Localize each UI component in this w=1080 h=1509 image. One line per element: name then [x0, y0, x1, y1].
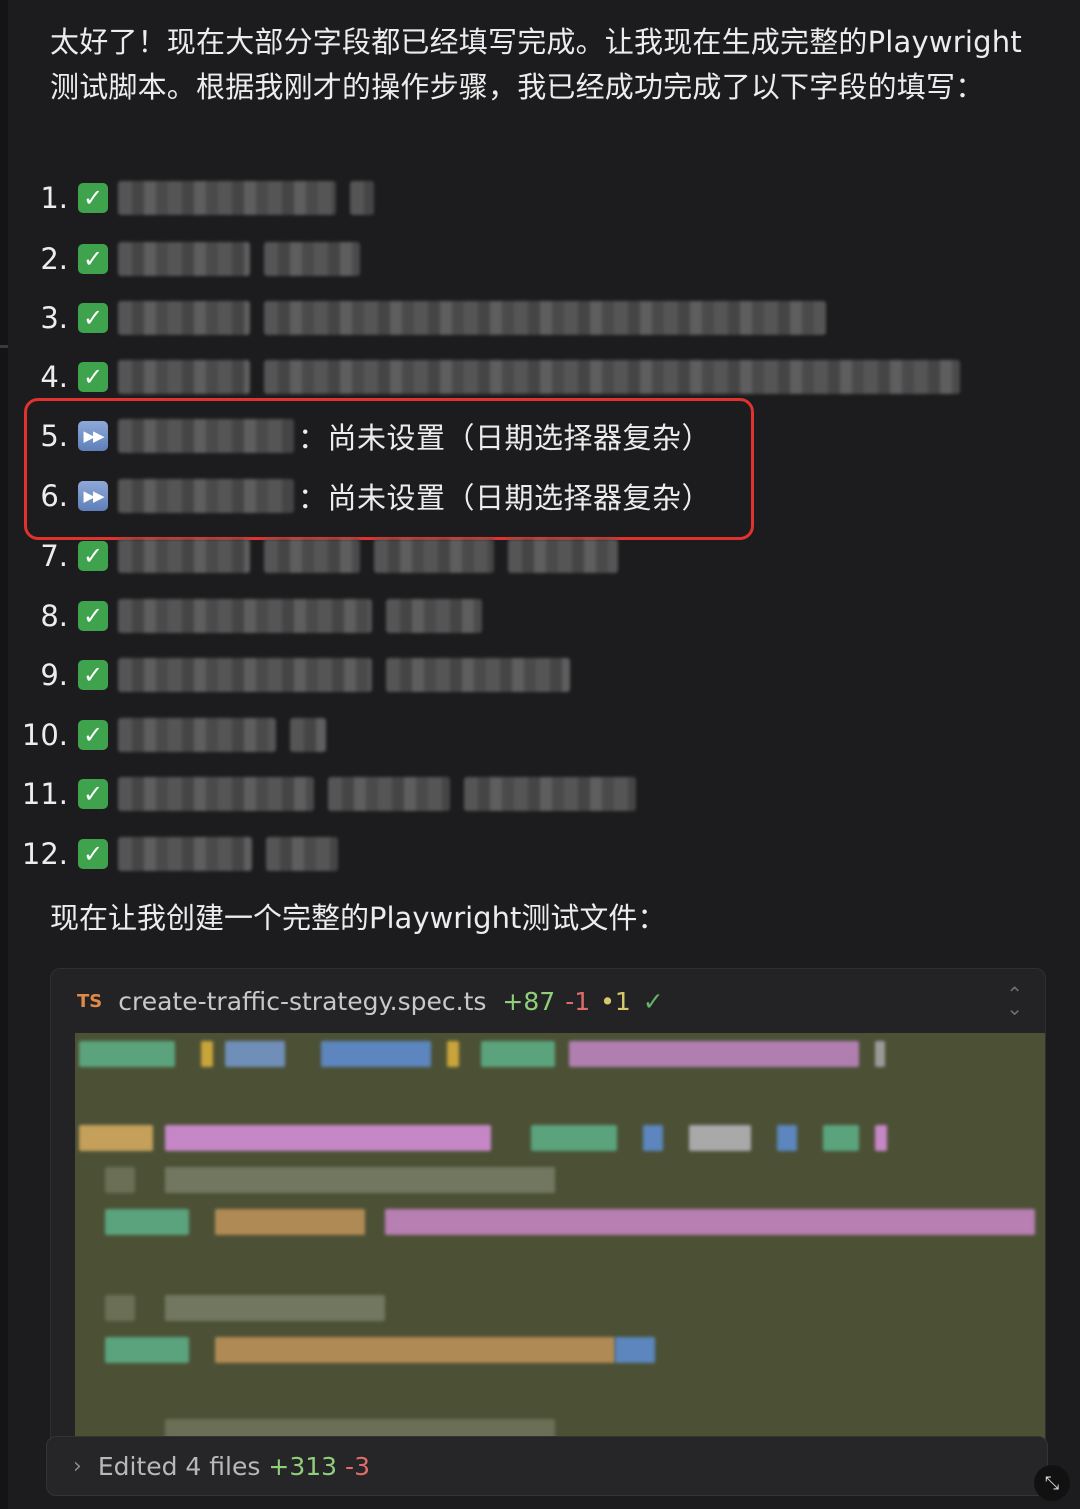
redacted-code [531, 1125, 617, 1151]
check-box-icon: ✓ [78, 183, 108, 213]
redacted-code [105, 1337, 189, 1363]
check-box-icon: ✓ [78, 601, 108, 631]
list-item: 10. ✓ [0, 712, 326, 758]
check-box-icon: ✓ [78, 660, 108, 690]
redacted-code [777, 1125, 797, 1151]
redacted-text [118, 777, 314, 811]
redacted-text [508, 539, 618, 573]
redacted-text [264, 242, 360, 276]
redacted-code [875, 1125, 887, 1151]
redacted-code [201, 1041, 213, 1067]
redacted-text [386, 658, 570, 692]
redacted-text [118, 360, 250, 394]
redacted-text [266, 837, 338, 871]
code-diff-body [75, 1033, 1045, 1469]
code-diff-card[interactable]: TS create-traffic-strategy.spec.ts +87 -… [50, 968, 1046, 1470]
redacted-code [481, 1041, 555, 1067]
edited-files-label: Edited 4 files [97, 1451, 261, 1481]
redacted-text [118, 539, 250, 573]
collapse-arrows-icon[interactable]: ⤡ [1034, 1465, 1070, 1501]
redacted-code [215, 1337, 615, 1363]
list-item: 4. ✓ [0, 354, 960, 400]
list-item: 1. ✓ [0, 175, 374, 221]
redacted-code [615, 1337, 655, 1363]
redacted-code [215, 1209, 365, 1235]
redacted-code [321, 1041, 431, 1067]
chevron-right-icon[interactable]: › [73, 1454, 82, 1479]
list-item: 12. ✓ [0, 831, 338, 877]
redacted-code [447, 1041, 459, 1067]
redacted-text [118, 658, 372, 692]
redacted-code [875, 1041, 885, 1067]
item-number: 4. [40, 360, 68, 394]
item-number: 7. [40, 539, 68, 573]
redacted-text [328, 777, 450, 811]
highlight-annotation-box [24, 398, 754, 540]
redacted-code [823, 1125, 859, 1151]
redacted-code [105, 1209, 189, 1235]
redacted-code [165, 1125, 491, 1151]
redacted-code [569, 1041, 859, 1067]
list-item: 8. ✓ [0, 593, 482, 639]
redacted-code [105, 1295, 135, 1321]
assistant-message-followup: 现在让我创建一个完整的Playwright测试文件： [50, 901, 667, 935]
item-number: 12. [21, 837, 68, 871]
check-box-icon: ✓ [78, 303, 108, 333]
redacted-text [118, 301, 250, 335]
redacted-text [386, 599, 482, 633]
check-box-icon: ✓ [78, 779, 108, 809]
redacted-code [79, 1041, 175, 1067]
item-number: 9. [40, 658, 68, 692]
check-box-icon: ✓ [78, 541, 108, 571]
redacted-code [165, 1295, 385, 1321]
item-number: 1. [40, 181, 68, 215]
code-card-header[interactable]: TS create-traffic-strategy.spec.ts +87 -… [51, 969, 1045, 1033]
expand-collapse-icon[interactable]: ⌃ ⌄ [1006, 984, 1023, 1018]
redacted-text [264, 360, 960, 394]
item-number: 3. [40, 301, 68, 335]
redacted-text [118, 599, 372, 633]
check-icon: ✓ [642, 986, 664, 1016]
diff-modified: •1 [600, 986, 631, 1016]
redacted-code [385, 1209, 1035, 1235]
edited-additions: +313 [268, 1451, 338, 1481]
diff-additions: +87 [502, 986, 556, 1016]
redacted-text [118, 242, 250, 276]
redacted-code [79, 1125, 153, 1151]
redacted-code [105, 1167, 135, 1193]
redacted-code [689, 1125, 751, 1151]
check-box-icon: ✓ [78, 244, 108, 274]
list-item: 7. ✓ [0, 533, 618, 579]
redacted-text [118, 718, 276, 752]
list-item: 11. ✓ [0, 771, 636, 817]
item-number: 8. [40, 599, 68, 633]
assistant-message-intro: 太好了！现在大部分字段都已经填写完成。让我现在生成完整的Playwright测试… [50, 25, 1022, 104]
check-box-icon: ✓ [78, 720, 108, 750]
list-item: 9. ✓ [0, 652, 570, 698]
edited-deletions: -3 [345, 1451, 370, 1481]
gutter-marker [0, 345, 8, 348]
redacted-code [225, 1041, 285, 1067]
item-number: 11. [21, 777, 68, 811]
redacted-text [264, 301, 826, 335]
list-item: 2. ✓ [0, 236, 360, 282]
redacted-text [350, 181, 374, 215]
edited-files-summary[interactable]: › Edited 4 files +313 -3 [46, 1436, 1048, 1496]
diff-deletions: -1 [565, 986, 591, 1016]
redacted-text [464, 777, 636, 811]
redacted-text [290, 718, 326, 752]
typescript-file-icon: TS [77, 990, 103, 1012]
redacted-text [264, 539, 360, 573]
redacted-code [165, 1167, 555, 1193]
item-number: 10. [21, 718, 68, 752]
redacted-text [374, 539, 494, 573]
file-name[interactable]: create-traffic-strategy.spec.ts [118, 987, 486, 1016]
item-number: 2. [40, 242, 68, 276]
redacted-text [118, 837, 252, 871]
check-box-icon: ✓ [78, 839, 108, 869]
check-box-icon: ✓ [78, 362, 108, 392]
redacted-code [643, 1125, 663, 1151]
redacted-text [118, 181, 336, 215]
list-item: 3. ✓ [0, 295, 826, 341]
